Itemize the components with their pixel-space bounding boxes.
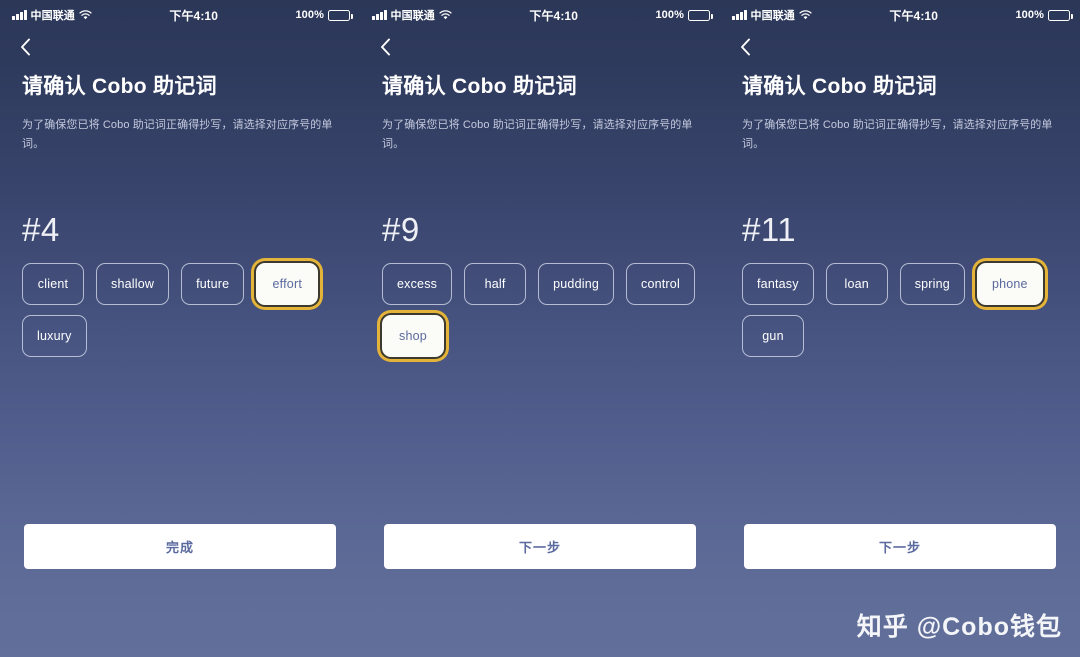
status-bar-right: 100% — [655, 9, 713, 21]
status-bar-time: 下午4:10 — [529, 8, 578, 23]
primary-action-button[interactable]: 完成 — [24, 524, 336, 569]
word-chip[interactable]: luxury — [22, 314, 87, 357]
page-subtitle: 为了确保您已将 Cobo 助记词正确得抄写，请选择对应序号的单词。 — [382, 119, 693, 151]
battery-full-icon — [328, 9, 353, 21]
signal-bars-icon — [732, 10, 747, 20]
word-chip-selected[interactable]: effort — [256, 262, 319, 305]
status-bar-right: 100% — [295, 9, 353, 21]
primary-action-button[interactable]: 下一步 — [384, 524, 696, 569]
status-bar-left: 中国联通 — [372, 7, 452, 23]
back-chevron-icon[interactable] — [20, 38, 31, 56]
status-bar: 中国联通 下午4:10 100% — [360, 0, 720, 30]
word-chip[interactable]: fantasy — [742, 262, 814, 305]
word-chip[interactable]: shallow — [96, 262, 170, 305]
page-subtitle: 为了确保您已将 Cobo 助记词正确得抄写，请选择对应序号的单词。 — [742, 119, 1053, 151]
word-index-label: #11 — [742, 210, 797, 248]
status-bar-time: 下午4:10 — [889, 8, 938, 23]
word-chip[interactable]: pudding — [538, 262, 614, 305]
carrier-label: 中国联通 — [750, 10, 795, 22]
wifi-icon — [799, 10, 812, 20]
battery-full-icon — [688, 9, 713, 21]
signal-bars-icon — [12, 10, 27, 20]
status-bar: 中国联通 下午4:10 100% — [720, 0, 1080, 30]
back-chevron-icon[interactable] — [740, 38, 751, 56]
action-button-area: 完成 — [0, 524, 360, 569]
word-index-label: #9 — [382, 210, 420, 248]
word-chip-selected[interactable]: shop — [382, 314, 444, 357]
signal-bars-icon — [372, 10, 387, 20]
word-chip[interactable]: gun — [742, 314, 804, 357]
action-button-area: 下一步 — [360, 524, 720, 569]
word-chip[interactable]: future — [181, 262, 245, 305]
page-title: 请确认 Cobo 助记词 — [22, 75, 217, 98]
word-chip[interactable]: loan — [825, 262, 888, 305]
page-title: 请确认 Cobo 助记词 — [382, 75, 577, 98]
status-bar-right: 100% — [1015, 9, 1073, 21]
word-choice-list: fantasy loan spring phone gun — [742, 262, 1060, 357]
word-choice-list: client shallow future effort luxury — [22, 262, 340, 357]
screenshot-collage: 中国联通 下午4:10 100% 请确认 Cobo 助记词 为了确保您已将 Co… — [0, 0, 1080, 657]
carrier-label: 中国联通 — [390, 10, 435, 22]
status-bar-left: 中国联通 — [732, 7, 812, 23]
word-chip[interactable]: excess — [382, 262, 453, 305]
word-chip[interactable]: client — [22, 262, 84, 305]
battery-percent-label: 100% — [655, 9, 684, 21]
nav-bar — [360, 30, 720, 64]
wifi-icon — [79, 10, 92, 20]
page-subtitle: 为了确保您已将 Cobo 助记词正确得抄写，请选择对应序号的单词。 — [22, 119, 333, 151]
word-chip-selected[interactable]: phone — [976, 262, 1043, 305]
status-bar-left: 中国联通 — [12, 7, 92, 23]
word-chip[interactable]: spring — [899, 262, 965, 305]
word-choice-list: excess half pudding control shop — [382, 262, 700, 357]
carrier-label: 中国联通 — [30, 10, 75, 22]
word-chip[interactable]: control — [626, 262, 695, 305]
action-button-area: 下一步 — [720, 524, 1080, 569]
phone-screen-panel-3: 中国联通 下午4:10 100% 请确认 Cobo 助记词 为了确保您已将 Co… — [720, 0, 1080, 657]
word-chip[interactable]: half — [464, 262, 527, 305]
phone-screen-panel-1: 中国联通 下午4:10 100% 请确认 Cobo 助记词 为了确保您已将 Co… — [0, 0, 360, 657]
page-title: 请确认 Cobo 助记词 — [742, 75, 937, 98]
status-bar: 中国联通 下午4:10 100% — [0, 0, 360, 30]
battery-full-icon — [1048, 9, 1073, 21]
word-index-label: #4 — [22, 210, 60, 248]
primary-action-button[interactable]: 下一步 — [744, 524, 1056, 569]
battery-percent-label: 100% — [1015, 9, 1044, 21]
phone-screen-panel-2: 中国联通 下午4:10 100% 请确认 Cobo 助记词 为了确保您已将 Co… — [360, 0, 720, 657]
status-bar-time: 下午4:10 — [169, 8, 218, 23]
nav-bar — [720, 30, 1080, 64]
wifi-icon — [439, 10, 452, 20]
back-chevron-icon[interactable] — [380, 38, 391, 56]
battery-percent-label: 100% — [295, 9, 324, 21]
nav-bar — [0, 30, 360, 64]
